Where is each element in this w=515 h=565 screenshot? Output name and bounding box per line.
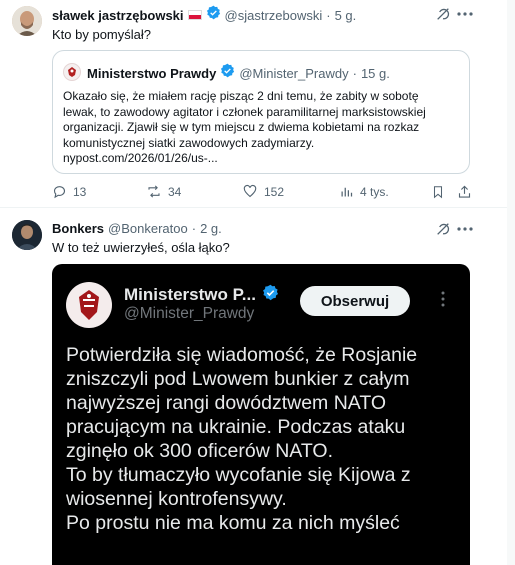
quoted-tweet-card[interactable]: Ministerstwo Prawdy @Minister_Prawdy · 1… xyxy=(52,50,470,174)
embedded-line: Potwierdziła się wiadomość, że Rosjanie xyxy=(66,344,418,366)
ministerstwo-avatar xyxy=(66,282,112,328)
author-handle[interactable]: @Bonkeratoo xyxy=(108,221,188,236)
tweet2-header: Bonkers @Bonkeratoo · 2 g. xyxy=(52,221,222,236)
repost-icon xyxy=(148,185,160,198)
repost-count: 34 xyxy=(168,184,182,199)
embedded-line: To by tłumaczyło wycofanie się Kijowa z xyxy=(66,464,411,486)
views-count: 4 tys. xyxy=(360,184,389,199)
timestamp[interactable]: 2 g. xyxy=(200,221,222,236)
tweet1-text: Kto by pomyślał? xyxy=(52,27,151,42)
quote-text: Okazało się, że miałem rację pisząc 2 dn… xyxy=(63,89,463,167)
tweet1-header: sławek jastrzębowski @sjastrzebowski · 5… xyxy=(52,5,492,25)
follow-button: Obserwuj xyxy=(300,286,410,316)
quote-author-handle[interactable]: @Minister_Prawdy xyxy=(239,66,348,81)
embedded-line: pracującym na ukrainie. Podczas ataku xyxy=(66,416,406,438)
embedded-screenshot-image[interactable]: Ministerstwo P... @Minister_Prawdy Obser… xyxy=(52,264,470,565)
quote-author-name[interactable]: Ministerstwo Prawdy xyxy=(87,66,216,81)
poland-flag-icon xyxy=(187,10,202,20)
verified-badge-icon xyxy=(206,5,221,25)
quote-link[interactable]: nypost.com/2026/01/26/us-... xyxy=(63,151,463,167)
views-chart-icon xyxy=(341,187,353,197)
like-count: 152 xyxy=(264,184,285,199)
reply-icon xyxy=(53,186,66,199)
tweet-divider xyxy=(0,207,515,208)
embedded-line: wiosennej kontrofensywy. xyxy=(66,488,287,510)
embedded-more-icon xyxy=(441,291,445,312)
grok-icon[interactable] xyxy=(434,220,452,238)
embedded-author-handle: @Minister_Prawdy xyxy=(124,305,255,322)
quote-text-line: Okazało się, że miałem rację pisząc 2 dn… xyxy=(63,89,419,103)
share-icon xyxy=(458,185,470,198)
more-options-icon[interactable] xyxy=(456,220,474,238)
author-name[interactable]: Bonkers xyxy=(52,221,104,236)
embedded-line: zniszczyli pod Lwowem bunkier z całym xyxy=(66,368,410,390)
ministerstwo-avatar[interactable] xyxy=(63,63,81,81)
embedded-author-name: Ministerstwo P... xyxy=(124,285,256,304)
grok-icon[interactable] xyxy=(434,5,452,23)
embedded-line: zginęło ok 300 oficerów NATO. xyxy=(66,440,333,462)
quote-text-line: organizacji. Zjawił się w tym miejscu z … xyxy=(63,120,420,134)
embedded-text: Potwierdziła się wiadomość, że Rosjanie … xyxy=(66,343,466,535)
tweet2-text: W to też uwierzyłeś, ośla łąko? xyxy=(52,240,230,255)
share-button[interactable] xyxy=(456,184,472,200)
like-button[interactable]: 152 xyxy=(242,184,284,199)
separator-dot: · xyxy=(326,7,331,23)
more-options-icon[interactable] xyxy=(456,5,474,23)
verified-badge-icon xyxy=(220,63,235,83)
quote-text-line: komunistycznej siatki zawodowych zadymia… xyxy=(63,135,315,150)
views-button[interactable]: 4 tys. xyxy=(339,184,389,199)
heart-icon xyxy=(243,184,257,198)
avatar-bonkers[interactable] xyxy=(12,220,42,250)
embedded-line: Po prostu nie ma komu za nich myśleć xyxy=(66,512,400,534)
scrollbar-track[interactable] xyxy=(507,0,515,565)
separator-dot: · xyxy=(191,221,197,236)
timestamp[interactable]: 5 g. xyxy=(335,8,357,23)
repost-button[interactable]: 34 xyxy=(146,184,181,199)
quote-text-line: lewak, to zawodowy agitator i członek pa… xyxy=(63,104,426,119)
author-handle[interactable]: @sjastrzebowski xyxy=(225,8,323,23)
reply-count: 13 xyxy=(73,184,87,199)
bookmark-button[interactable] xyxy=(430,184,446,200)
reply-button[interactable]: 13 xyxy=(52,184,86,199)
bookmark-icon xyxy=(433,186,443,199)
verified-badge-icon xyxy=(262,284,279,306)
quote-timestamp[interactable]: 15 g. xyxy=(361,66,390,81)
separator-dot: · xyxy=(352,65,357,81)
author-name[interactable]: sławek jastrzębowski xyxy=(52,8,184,23)
embedded-line: najwyższej rangi dowództwem NATO xyxy=(66,392,387,414)
avatar-sjastrzebowski[interactable] xyxy=(12,6,42,36)
